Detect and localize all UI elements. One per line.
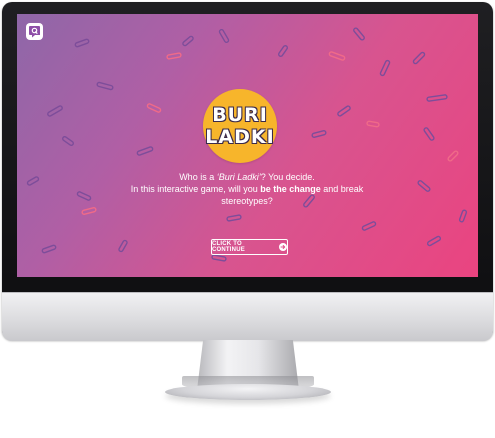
click-to-continue-button[interactable]: CLICK TO CONTINUE [211, 239, 288, 255]
confetti-piece [136, 146, 154, 156]
confetti-piece [311, 130, 327, 138]
game-title-line-1: BURI [212, 104, 268, 126]
confetti-piece [353, 27, 365, 41]
confetti-piece [166, 52, 182, 60]
game-title-badge: BURI LADKI [203, 89, 277, 163]
confetti-piece [447, 150, 459, 162]
intro-part-2: ? You decide. [260, 172, 315, 182]
intro-part-3: In this interactive game, will you [130, 184, 261, 194]
monitor-stand-base [165, 384, 331, 400]
brand-logo[interactable] [26, 23, 43, 40]
intro-term: ‘Buri Ladki’ [216, 172, 261, 182]
confetti-piece [118, 239, 128, 253]
confetti-piece [426, 235, 442, 247]
confetti-piece [182, 35, 194, 47]
confetti-piece [218, 28, 230, 44]
intro-part-1: Who is a [179, 172, 217, 182]
game-screen: BURI LADKI Who is a ‘Buri Ladki’? You de… [17, 14, 478, 277]
brand-logo-icon [26, 23, 43, 40]
confetti-piece [81, 207, 97, 215]
confetti-piece [226, 214, 242, 222]
game-title-line-2: LADKI [205, 126, 275, 148]
confetti-piece [328, 51, 346, 61]
intro-text: Who is a ‘Buri Ladki’? You decide. In th… [117, 171, 377, 207]
confetti-piece [361, 221, 377, 231]
confetti-piece [96, 81, 114, 91]
confetti-piece [74, 38, 90, 48]
confetti-piece [47, 105, 63, 117]
confetti-piece [278, 45, 288, 57]
confetti-piece [379, 59, 391, 77]
confetti-piece [417, 180, 431, 192]
confetti-piece [62, 136, 74, 146]
confetti-piece [211, 254, 227, 262]
intro-bold-phrase: be the change [260, 184, 321, 194]
arrow-right-circle-icon [279, 243, 287, 251]
click-to-continue-label: CLICK TO CONTINUE [212, 241, 245, 253]
confetti-piece [146, 103, 162, 113]
confetti-piece [337, 105, 351, 117]
confetti-piece [41, 244, 57, 254]
confetti-piece [458, 209, 468, 223]
confetti-piece [26, 176, 40, 186]
monitor-chin [2, 292, 493, 341]
confetti-piece [366, 120, 380, 128]
confetti-piece [426, 94, 448, 102]
confetti-piece [76, 191, 92, 201]
confetti-piece [412, 51, 426, 65]
confetti-piece [423, 127, 435, 141]
